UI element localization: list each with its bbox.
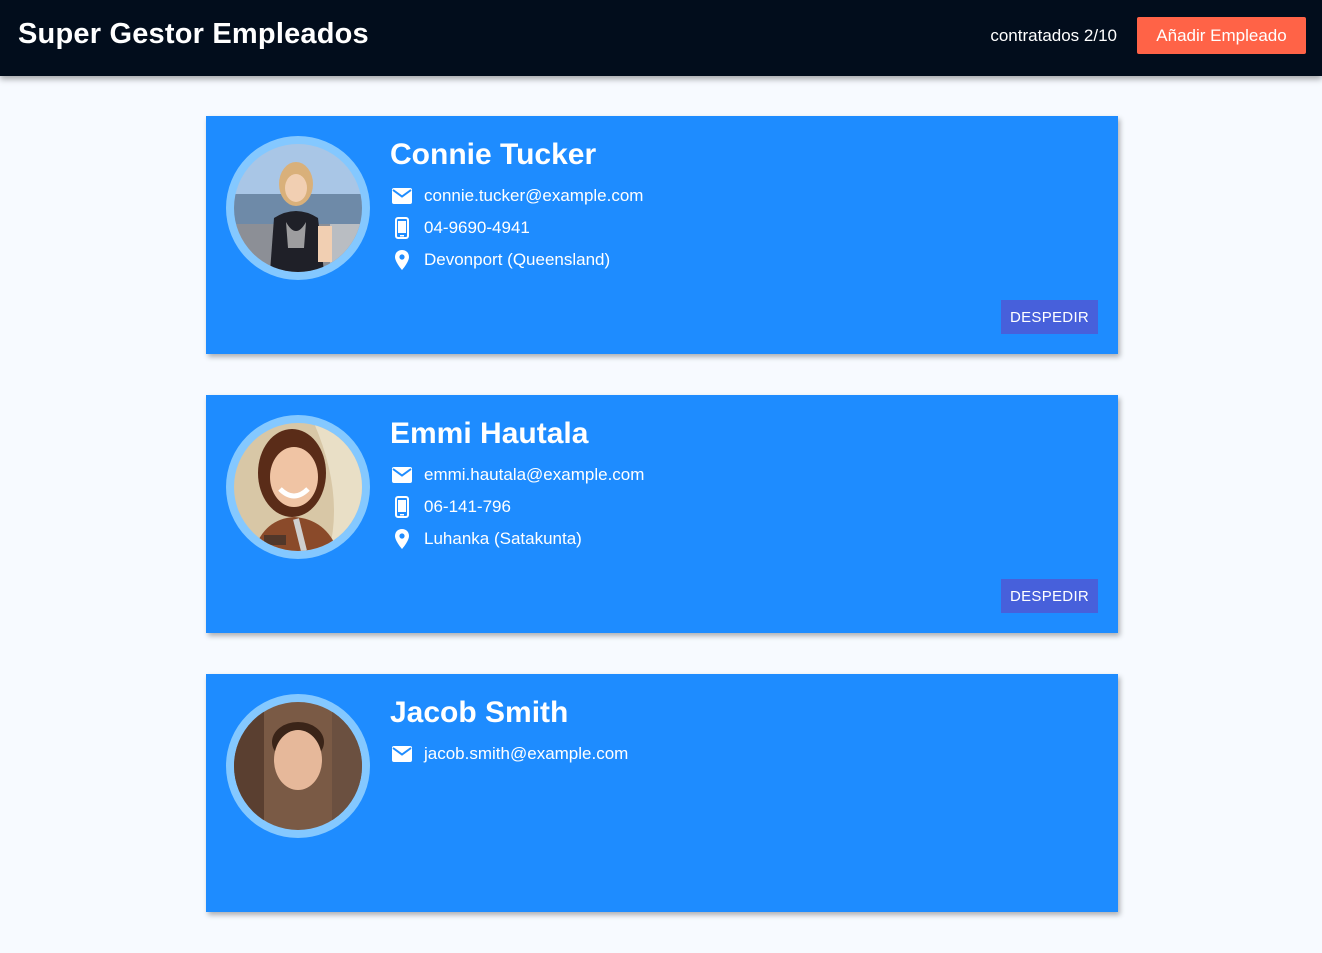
avatar-ring (226, 415, 370, 559)
employee-card: Emmi Hautala emmi.hautala@example.com 06… (206, 395, 1118, 633)
email-text: jacob.smith@example.com (424, 744, 629, 763)
phone-row: 04-9690-4941 (390, 216, 530, 240)
avatar-ring (226, 694, 370, 838)
email-icon (390, 463, 414, 487)
location-row: Luhanka (Satakunta) (390, 527, 582, 551)
add-employee-button[interactable]: Añadir Empleado (1137, 17, 1306, 54)
location-text: Luhanka (Satakunta) (424, 529, 582, 548)
avatar (234, 144, 362, 272)
email-row: connie.tucker@example.com (390, 184, 643, 208)
employee-card: Jacob Smith jacob.smith@example.com (206, 674, 1118, 912)
phone-icon (390, 216, 414, 240)
location-text: Devonport (Queensland) (424, 250, 611, 269)
avatar (234, 702, 362, 830)
location-row: Devonport (Queensland) (390, 248, 610, 272)
avatar (234, 423, 362, 551)
avatar-photo (234, 702, 362, 830)
email-icon (390, 742, 414, 766)
phone-text: 06-141-796 (424, 497, 511, 516)
fire-button[interactable]: DESPEDIR (1001, 579, 1098, 613)
phone-row: 06-141-796 (390, 495, 511, 519)
phone-text: 04-9690-4941 (424, 218, 530, 237)
avatar-photo (234, 144, 362, 272)
email-text: emmi.hautala@example.com (424, 465, 645, 484)
phone-icon (390, 495, 414, 519)
email-text: connie.tucker@example.com (424, 186, 644, 205)
employee-name: Connie Tucker (390, 138, 597, 171)
avatar-ring (226, 136, 370, 280)
employee-name: Emmi Hautala (390, 417, 589, 450)
employee-list: Connie Tucker connie.tucker@example.com … (206, 116, 1118, 953)
employee-card: Connie Tucker connie.tucker@example.com … (206, 116, 1118, 354)
employee-name: Jacob Smith (390, 696, 569, 729)
email-row: jacob.smith@example.com (390, 742, 628, 766)
top-app-bar: Super Gestor Empleados contratados 2/10 … (0, 0, 1322, 76)
fire-button[interactable]: DESPEDIR (1001, 300, 1098, 334)
location-pin-icon (390, 248, 414, 272)
app-title: Super Gestor Empleados (18, 18, 369, 50)
hired-count: contratados 2/10 (990, 26, 1117, 45)
email-icon (390, 184, 414, 208)
location-pin-icon (390, 527, 414, 551)
email-row: emmi.hautala@example.com (390, 463, 644, 487)
avatar-photo (234, 423, 362, 551)
